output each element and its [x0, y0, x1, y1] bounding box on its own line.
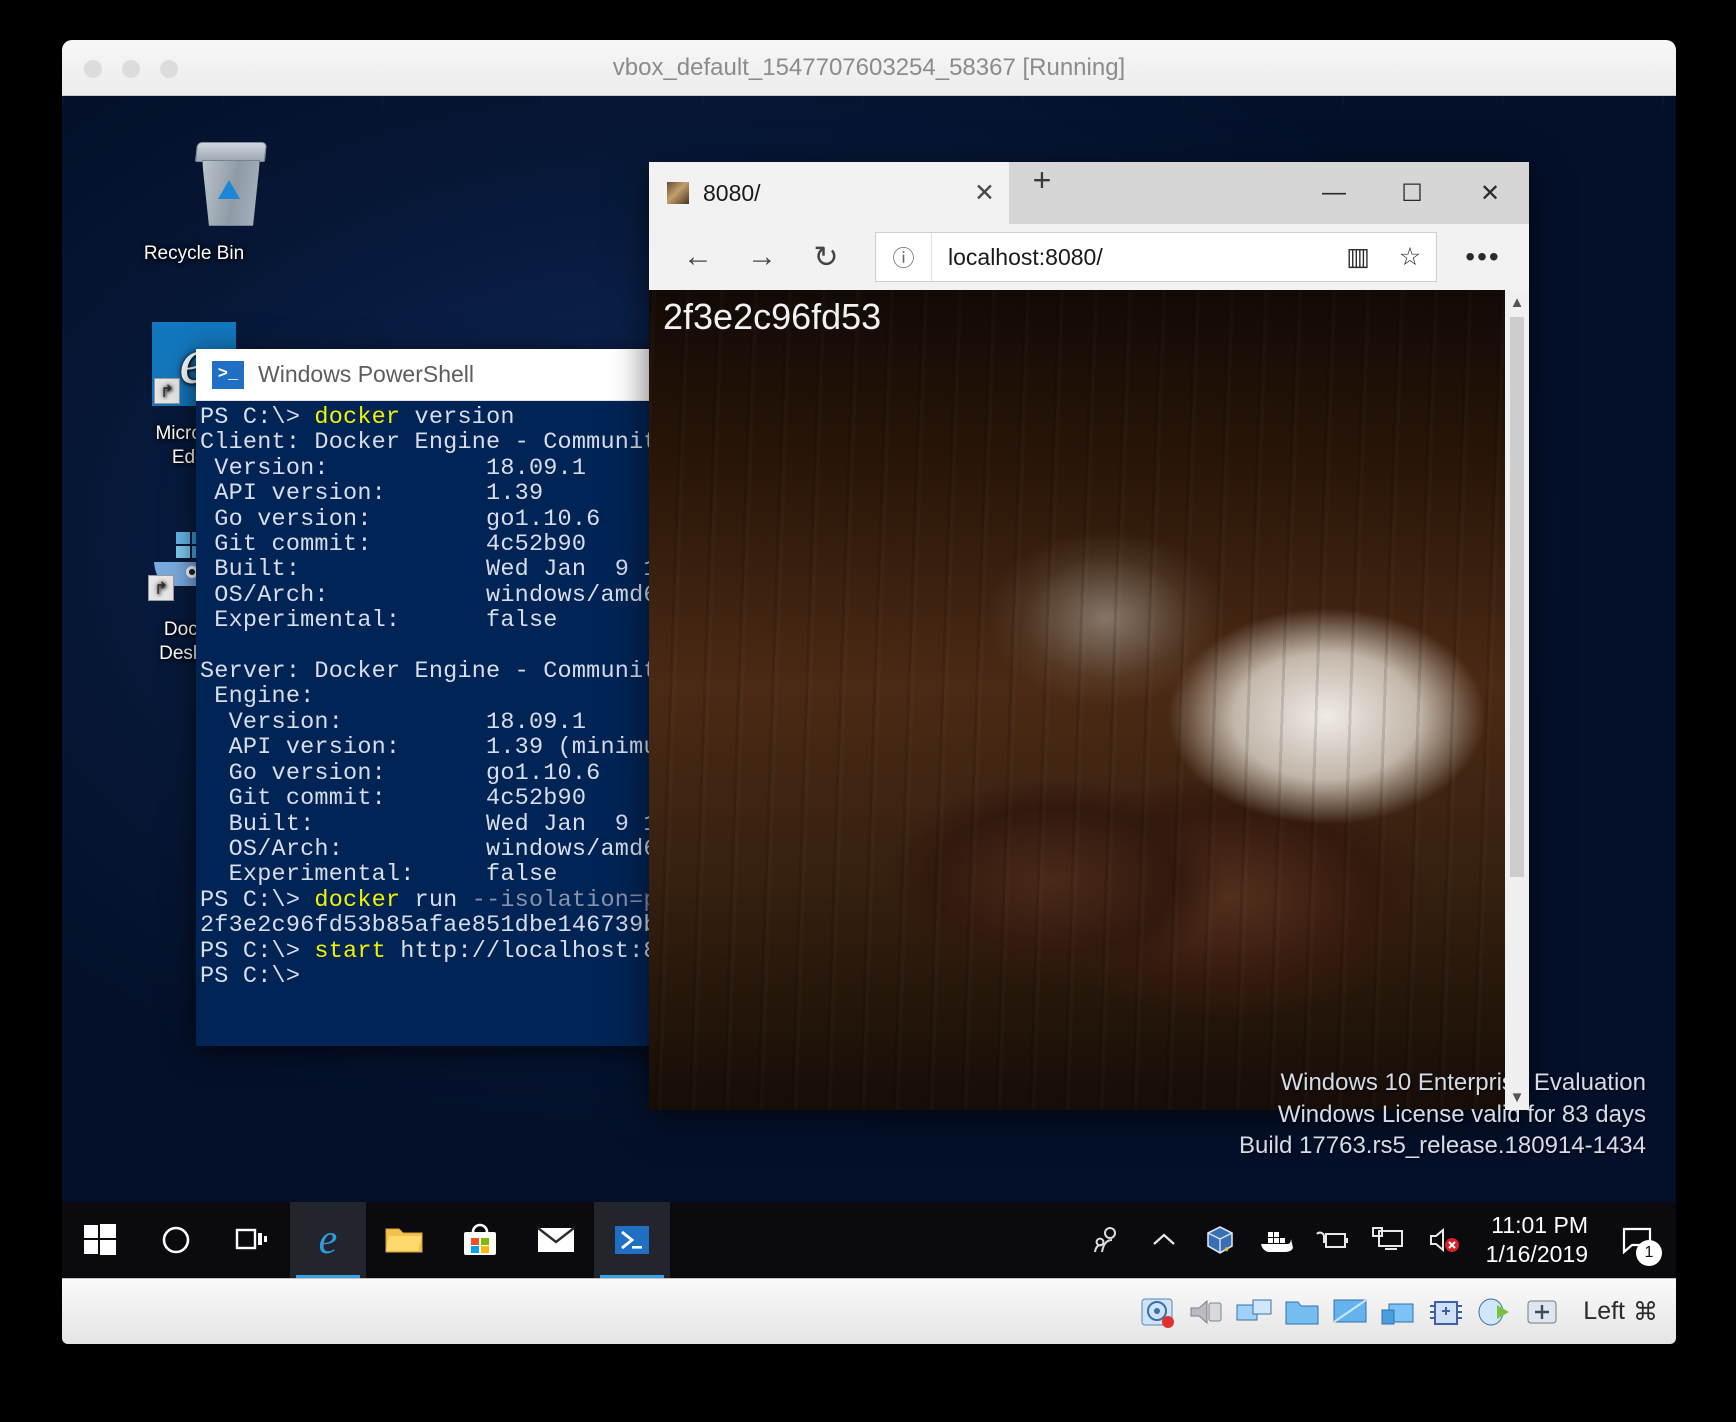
- browser-maximize-button[interactable]: ☐: [1373, 162, 1451, 224]
- people-icon[interactable]: [1082, 1202, 1134, 1278]
- usb-status-icon[interactable]: [1427, 1295, 1465, 1329]
- clock-time: 11:01 PM: [1486, 1211, 1588, 1240]
- display-status-icon[interactable]: [1331, 1295, 1369, 1329]
- shortcut-arrow-icon: ↱: [154, 378, 180, 404]
- tab-title: 8080/: [703, 180, 960, 207]
- favorite-star-icon[interactable]: ☆: [1384, 242, 1436, 272]
- hard-disk-status-icon[interactable]: [1139, 1295, 1177, 1329]
- action-center-button[interactable]: 1: [1608, 1202, 1666, 1278]
- docker-tray-icon[interactable]: [1250, 1202, 1302, 1278]
- watermark-line-2: Windows License valid for 83 days: [1239, 1099, 1646, 1131]
- shortcut-arrow-icon: ↱: [148, 575, 174, 601]
- windows-desktop[interactable]: Recycle Bin e ↱ Microsoft Edge: [62, 96, 1676, 1344]
- network-icon[interactable]: [1362, 1202, 1414, 1278]
- tab-favicon-icon: [667, 182, 689, 204]
- vbox-window-title: vbox_default_1547707603254_58367 [Runnin…: [62, 54, 1676, 82]
- taskbar-item-file-explorer[interactable]: [366, 1202, 442, 1278]
- address-input[interactable]: localhost:8080/: [932, 244, 1332, 271]
- action-center-badge: 1: [1636, 1240, 1662, 1266]
- clock-date: 1/16/2019: [1486, 1240, 1588, 1269]
- battery-icon[interactable]: [1306, 1202, 1358, 1278]
- taskbar-item-microsoft-store[interactable]: [442, 1202, 518, 1278]
- scrollbar-thumb[interactable]: [1510, 317, 1524, 877]
- browser-window-controls: — ☐ ✕: [1295, 162, 1529, 224]
- browser-minimize-button[interactable]: —: [1295, 162, 1373, 224]
- edge-icon: e: [319, 1216, 338, 1264]
- page-scrollbar[interactable]: ▲ ▼: [1505, 290, 1529, 1110]
- recycle-bin-icon: [124, 142, 264, 234]
- cookie-photo-image: [649, 290, 1529, 1110]
- host-key-label: Left: [1583, 1297, 1625, 1326]
- taskbar-item-windows-powershell[interactable]: [594, 1202, 670, 1278]
- host-key-status-icon[interactable]: [1523, 1295, 1561, 1329]
- browser-tab-strip: 8080/ ✕ + — ☐ ✕: [649, 162, 1529, 224]
- powershell-window-title: Windows PowerShell: [258, 361, 474, 388]
- show-hidden-icons-chevron-icon[interactable]: [1138, 1202, 1190, 1278]
- reading-view-icon[interactable]: ▥: [1332, 242, 1384, 272]
- windows-activation-watermark: Windows 10 Enterprise Evaluation Windows…: [1239, 1067, 1646, 1162]
- scroll-down-arrow-icon[interactable]: ▼: [1510, 1085, 1525, 1110]
- shared-folders-status-icon[interactable]: [1283, 1295, 1321, 1329]
- vbox-titlebar: vbox_default_1547707603254_58367 [Runnin…: [62, 40, 1676, 96]
- edge-browser-window[interactable]: 8080/ ✕ + — ☐ ✕ ← → ↻ ⓘ localhost:808: [649, 162, 1529, 1110]
- browser-close-button[interactable]: ✕: [1451, 162, 1529, 224]
- host-key-symbol: ⌘: [1633, 1297, 1658, 1327]
- taskbar-item-mail[interactable]: [518, 1202, 594, 1278]
- vbox-status-bar: Left ⌘: [62, 1278, 1676, 1344]
- taskbar-start-button[interactable]: [62, 1202, 138, 1278]
- taskbar-clock[interactable]: 11:01 PM 1/16/2019: [1474, 1211, 1604, 1270]
- windows-taskbar: e: [62, 1202, 1676, 1278]
- watermark-line-1: Windows 10 Enterprise Evaluation: [1239, 1067, 1646, 1099]
- browser-toolbar: ← → ↻ ⓘ localhost:8080/ ▥ ☆ •••: [649, 224, 1529, 290]
- desktop-icon-label: Recycle Bin: [144, 243, 244, 264]
- desktop-icon-recycle-bin[interactable]: Recycle Bin: [124, 142, 264, 266]
- page-heading: 2f3e2c96fd53: [663, 296, 881, 338]
- browser-tab[interactable]: 8080/ ✕: [649, 162, 1009, 224]
- video-capture-status-icon[interactable]: [1379, 1295, 1417, 1329]
- new-tab-button[interactable]: +: [1009, 162, 1075, 224]
- browser-page-content[interactable]: 2f3e2c96fd53 ▲ ▼: [649, 290, 1529, 1110]
- taskbar-cortana-search[interactable]: [138, 1202, 214, 1278]
- scroll-up-arrow-icon[interactable]: ▲: [1510, 290, 1525, 315]
- watermark-line-3: Build 17763.rs5_release.180914-1434: [1239, 1130, 1646, 1162]
- audio-status-icon[interactable]: [1187, 1295, 1225, 1329]
- plus-icon[interactable]: +: [1009, 162, 1075, 199]
- tab-close-icon[interactable]: ✕: [974, 178, 995, 208]
- network-status-icon[interactable]: [1235, 1295, 1273, 1329]
- more-options-icon[interactable]: •••: [1451, 241, 1515, 273]
- address-bar[interactable]: ⓘ localhost:8080/ ▥ ☆: [875, 232, 1437, 282]
- virtualbox-vm-window: vbox_default_1547707603254_58367 [Runnin…: [62, 40, 1676, 1344]
- mouse-integration-status-icon[interactable]: [1475, 1295, 1513, 1329]
- virtualbox-guest-additions-icon[interactable]: [1194, 1202, 1246, 1278]
- back-button[interactable]: ←: [669, 233, 727, 281]
- site-info-icon[interactable]: ⓘ: [876, 233, 932, 281]
- system-tray: 11:01 PM 1/16/2019 1: [1082, 1202, 1676, 1278]
- volume-muted-icon[interactable]: [1418, 1202, 1470, 1278]
- powershell-icon: >_: [212, 361, 244, 389]
- host-key-indicator: Left ⌘: [1571, 1297, 1658, 1327]
- taskbar-task-view[interactable]: [214, 1202, 290, 1278]
- refresh-button[interactable]: ↻: [797, 233, 855, 281]
- forward-button[interactable]: →: [733, 233, 791, 281]
- taskbar-item-microsoft-edge[interactable]: e: [290, 1202, 366, 1278]
